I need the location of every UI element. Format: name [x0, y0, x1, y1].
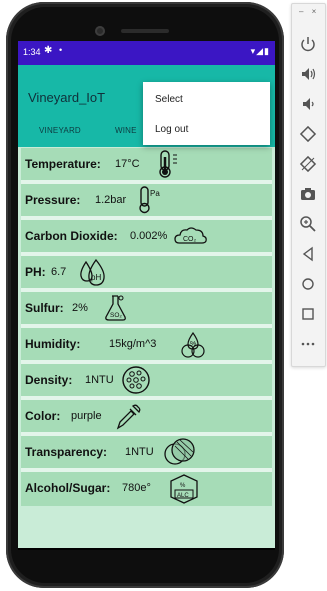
- volume-up-icon[interactable]: [298, 64, 318, 84]
- reading-value: 2%: [72, 302, 88, 314]
- reading-row-color: Color: purple: [21, 400, 272, 432]
- reading-label: Carbon Dioxide:: [25, 229, 118, 243]
- status-bar: 1:34 ✱ • ▾◢▮: [18, 41, 275, 65]
- notification-dot-icon: •: [59, 45, 63, 55]
- pressure-gauge-icon: Pa: [139, 186, 160, 214]
- reading-value: purple: [71, 410, 102, 422]
- power-icon[interactable]: [298, 34, 318, 54]
- home-circle-icon[interactable]: [298, 274, 318, 294]
- window-controls[interactable]: – ×: [299, 7, 319, 16]
- status-time: 1:34: [23, 47, 41, 57]
- reading-label: Humidity:: [25, 337, 81, 351]
- reading-label: Color:: [25, 409, 61, 423]
- app-title: Vineyard_IoT: [28, 90, 106, 105]
- reading-value: 6.7: [51, 266, 67, 278]
- reading-value: 1.2bar: [95, 194, 127, 206]
- reading-label: Sulfur:: [25, 301, 64, 315]
- camera-icon[interactable]: [298, 184, 318, 204]
- ph-drops-icon: pH: [80, 258, 105, 286]
- reading-row-ph: PH: 6.7 pH: [21, 256, 272, 288]
- reading-row-sulfur: Sulfur: 2% SO₂: [21, 292, 272, 324]
- transparency-circles-icon: [164, 438, 195, 465]
- alc-text: ALC: [177, 493, 189, 499]
- menu-item-select[interactable]: Select: [155, 94, 183, 105]
- menu-item-logout[interactable]: Log out: [155, 124, 188, 135]
- reading-row-carbon-dioxide: Carbon Dioxide: 0.002% CO₂: [21, 220, 272, 252]
- pipette-icon: [116, 404, 141, 430]
- humidity-drops-icon: %: [181, 331, 205, 358]
- alcohol-badge-icon: ALC %: [170, 474, 198, 504]
- reading-label: Pressure:: [25, 193, 81, 207]
- reading-value: 17°C: [115, 158, 140, 170]
- reading-label: Transparency:: [25, 445, 108, 459]
- settings-notification-icon: ✱: [44, 45, 53, 56]
- zoom-icon[interactable]: [298, 214, 318, 234]
- reading-label: Alcohol/Sugar:: [25, 481, 111, 495]
- device-screen: 1:34 ✱ • ▾◢▮ Vineyard_IoT VINEYARD WINE …: [18, 41, 275, 550]
- alc-percent-text: %: [180, 483, 186, 489]
- co2-text: CO₂: [183, 236, 197, 243]
- so2-flask-icon: SO₂: [105, 295, 126, 321]
- reading-row-humidity: Humidity: 15kg/m^3 %: [21, 328, 272, 360]
- wifi-signal-battery-icon: ▾◢▮: [250, 46, 270, 56]
- rotate-right-icon[interactable]: [298, 154, 318, 174]
- navigation-bar: [18, 548, 275, 550]
- reading-value: 780e°: [122, 482, 151, 494]
- density-circle-icon: [122, 366, 150, 394]
- front-camera: [95, 26, 105, 36]
- reading-label: Temperature:: [25, 157, 101, 171]
- reading-value: 0.002%: [130, 230, 168, 242]
- thermometer-icon: [159, 150, 177, 178]
- rotate-left-icon[interactable]: [298, 124, 318, 144]
- tab-vineyard[interactable]: VINEYARD: [39, 126, 81, 135]
- reading-value: 1NTU: [125, 446, 154, 458]
- back-triangle-icon[interactable]: [298, 244, 318, 264]
- overview-square-icon[interactable]: [298, 304, 318, 324]
- reading-row-pressure: Pressure: 1.2bar Pa: [21, 184, 272, 216]
- co2-cloud-icon: CO₂: [174, 227, 207, 244]
- reading-label: Density:: [25, 373, 73, 387]
- reading-row-transparency: Transparency: 1NTU: [21, 436, 272, 468]
- reading-value: 15kg/m^3: [109, 338, 157, 350]
- reading-label: PH:: [25, 265, 46, 279]
- reading-row-temperature: Temperature: 17°C: [21, 148, 272, 180]
- reading-row-alcohol-sugar: Alcohol/Sugar: 780e° ALC %: [21, 472, 272, 506]
- pressure-unit-text: Pa: [150, 189, 160, 198]
- so2-text: SO₂: [110, 312, 122, 319]
- reading-value: 1NTU: [85, 374, 114, 386]
- emulator-toolbar: – ×: [291, 3, 326, 367]
- tab-wine[interactable]: WINE: [115, 126, 137, 135]
- more-options-icon[interactable]: [298, 334, 318, 354]
- humidity-percent-text: %: [190, 341, 196, 348]
- overflow-menu: Select Log out: [143, 82, 270, 145]
- volume-down-icon[interactable]: [298, 94, 318, 114]
- ph-text: pH: [91, 273, 101, 282]
- earpiece-speaker: [121, 29, 169, 33]
- reading-row-density: Density: 1NTU: [21, 364, 272, 396]
